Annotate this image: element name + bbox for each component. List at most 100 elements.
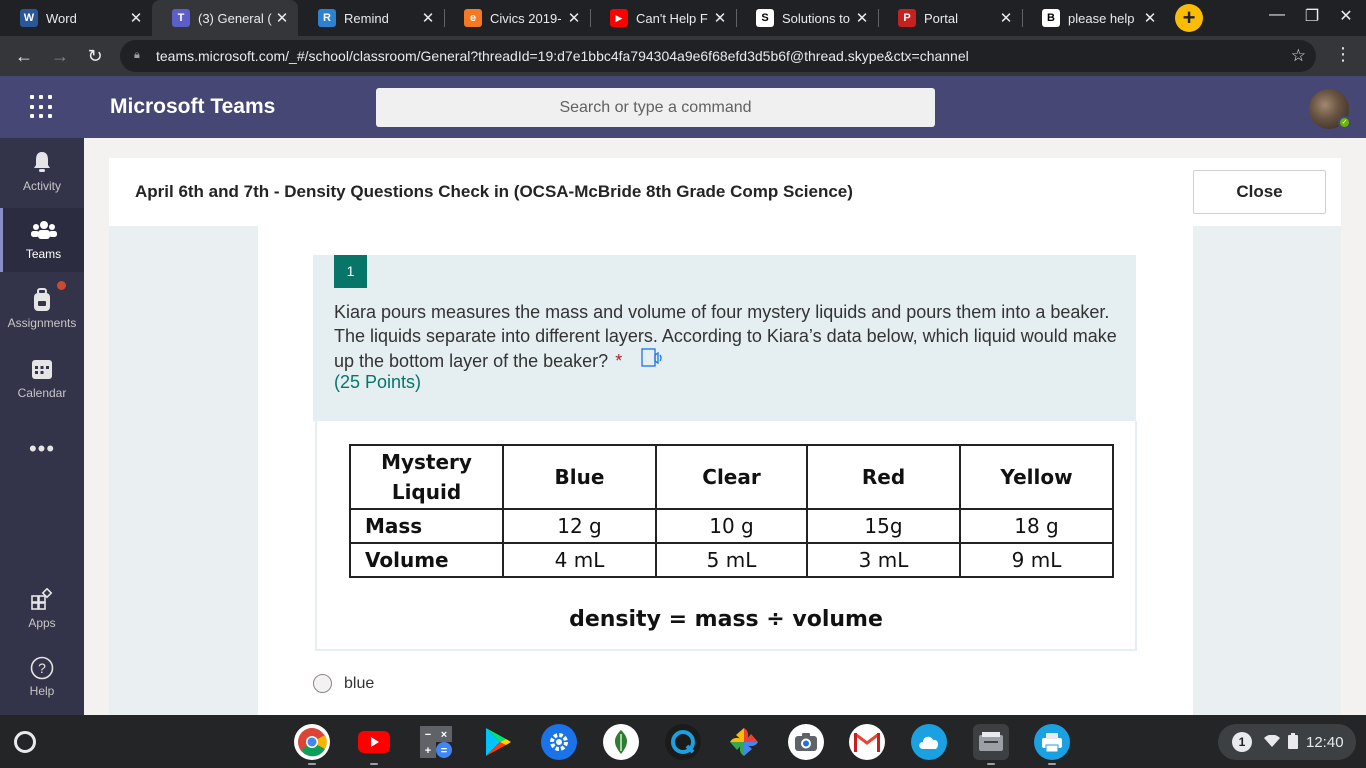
browser-tab-youtube[interactable]: ▶ Can't Help F ✕ [590,0,736,36]
settings-icon[interactable] [541,724,577,760]
close-icon[interactable]: ✕ [712,9,728,27]
notification-count-badge[interactable]: 1 [1232,732,1252,752]
rail-item-assignments[interactable]: Assignments [0,278,84,340]
rail-item-teams[interactable]: Teams [0,208,84,272]
rail-label: Activity [22,179,61,193]
table-cell: Volume [349,542,504,578]
remind-icon: R [318,9,336,27]
browser-tab-teams[interactable]: T (3) General ( ✕ [152,0,298,36]
close-icon[interactable]: ✕ [420,9,436,27]
browser-tab-portal[interactable]: P Portal ✕ [878,0,1022,36]
tab-title: Remind [344,10,389,26]
running-indicator [1048,763,1056,765]
close-icon[interactable]: ✕ [566,9,582,27]
backpack-icon [32,288,52,316]
camera-icon[interactable] [788,724,824,760]
table-header-row: Mystery Liquid Blue Clear Red Yellow [349,444,1114,510]
new-tab-button[interactable]: + [1175,4,1203,32]
rail-item-calendar[interactable]: Calendar [0,348,84,410]
table-row: Mass 12 g 10 g 15g 18 g [349,508,1114,544]
restore-icon[interactable]: ❐ [1300,6,1324,26]
launcher-icon[interactable] [14,731,36,753]
table-cell: 9 mL [959,542,1114,578]
tab-title: Portal [924,10,958,26]
rail-item-apps[interactable]: Apps [0,578,84,640]
play-store-icon[interactable] [480,724,516,760]
browser-tab-civics[interactable]: e Civics 2019- ✕ [444,0,590,36]
edgenuity-icon: e [464,9,482,27]
cloud-app-icon[interactable] [911,724,947,760]
slader-icon: S [756,9,774,27]
browser-toolbar: ← → ↻ 🔒︎ teams.microsoft.com/_#/school/c… [0,36,1366,76]
tab-title: please help [1068,10,1135,26]
chrome-icon[interactable] [294,724,330,765]
question-prompt: Kiara pours measures the mass and volume… [334,302,1117,371]
photos-icon[interactable] [726,724,762,760]
apps-icon [31,587,53,616]
form-card: 1 Kiara pours measures the mass and volu… [258,226,1193,715]
close-icon[interactable]: ✕ [1142,9,1158,27]
table-cell: 18 g [959,508,1114,544]
table-cell: 3 mL [806,542,961,578]
window-close-icon[interactable]: ✕ [1334,6,1358,26]
immersive-reader-icon[interactable] [641,348,665,376]
calendar-icon [31,358,53,386]
calculator-icon[interactable]: − × + = [418,724,454,760]
rail-label: Teams [25,247,62,261]
main-content: April 6th and 7th - Density Questions Ch… [84,138,1366,715]
rail-item-activity[interactable]: Activity [0,141,84,203]
rail-label: Calendar [17,386,67,400]
bookmark-star-icon[interactable]: ☆ [1291,46,1306,66]
battery-icon [1288,732,1298,752]
tab-title: Civics 2019- [490,10,562,26]
density-formula: density = mass ÷ volume [569,607,883,632]
app-launcher-icon[interactable] [30,95,54,119]
answer-option[interactable]: blue [313,674,374,693]
address-bar[interactable]: 🔒︎ teams.microsoft.com/_#/school/classro… [120,40,1316,72]
snapseed-icon[interactable] [603,724,639,760]
radio-button[interactable] [313,674,332,693]
brainly-icon: B [1042,9,1060,27]
svg-text:−: − [425,729,431,741]
browser-tab-brainly[interactable]: B please help ✕ [1022,0,1166,36]
avatar[interactable]: ✓ [1309,89,1351,129]
back-arrow-icon[interactable]: ← [12,44,36,68]
tab-title: (3) General ( [198,10,272,26]
youtube-icon[interactable] [356,724,392,765]
bell-icon [32,151,52,179]
tab-title: Can't Help F [636,10,708,26]
search-input[interactable] [376,88,935,127]
close-icon[interactable]: ✕ [998,9,1014,27]
forward-arrow-icon[interactable]: → [48,44,72,68]
question-number: 1 [334,255,367,288]
quik-icon[interactable] [665,724,701,760]
browser-tab-solutions[interactable]: S Solutions to ✕ [736,0,878,36]
assignment-header: April 6th and 7th - Density Questions Ch… [109,158,1341,226]
rail-item-help[interactable]: ? Help [0,646,84,708]
table-cell: 4 mL [502,542,657,578]
close-button[interactable]: Close [1193,170,1326,214]
printer-app-icon[interactable] [1034,724,1070,765]
svg-text:×: × [441,729,447,741]
close-icon[interactable]: ✕ [854,9,870,27]
table-row: Volume 4 mL 5 mL 3 mL 9 mL [349,542,1114,578]
rail-label: Help [29,684,55,698]
close-icon[interactable]: ✕ [274,9,290,27]
close-icon[interactable]: ✕ [128,9,144,27]
app-title: Microsoft Teams [110,95,276,118]
minimize-icon[interactable]: — [1265,6,1289,24]
teams-icon [30,219,57,247]
mystery-liquid-table: Mystery Liquid Blue Clear Red Yellow Mas… [349,444,1114,578]
status-tray[interactable]: 1 12:40 [1218,724,1356,760]
browser-tab-remind[interactable]: R Remind ✕ [298,0,444,36]
table-cell: 12 g [502,508,657,544]
gmail-icon[interactable] [849,724,885,760]
tab-title: Word [46,10,77,26]
browser-tab-word[interactable]: W Word ✕ [0,0,152,36]
browser-menu-icon[interactable]: ⋮ [1334,44,1352,65]
reload-icon[interactable]: ↻ [83,44,107,68]
files-icon[interactable] [973,724,1009,765]
question-text: Kiara pours measures the mass and volume… [334,300,1124,376]
table-cell: 10 g [655,508,808,544]
more-apps-icon[interactable]: ••• [0,436,84,462]
